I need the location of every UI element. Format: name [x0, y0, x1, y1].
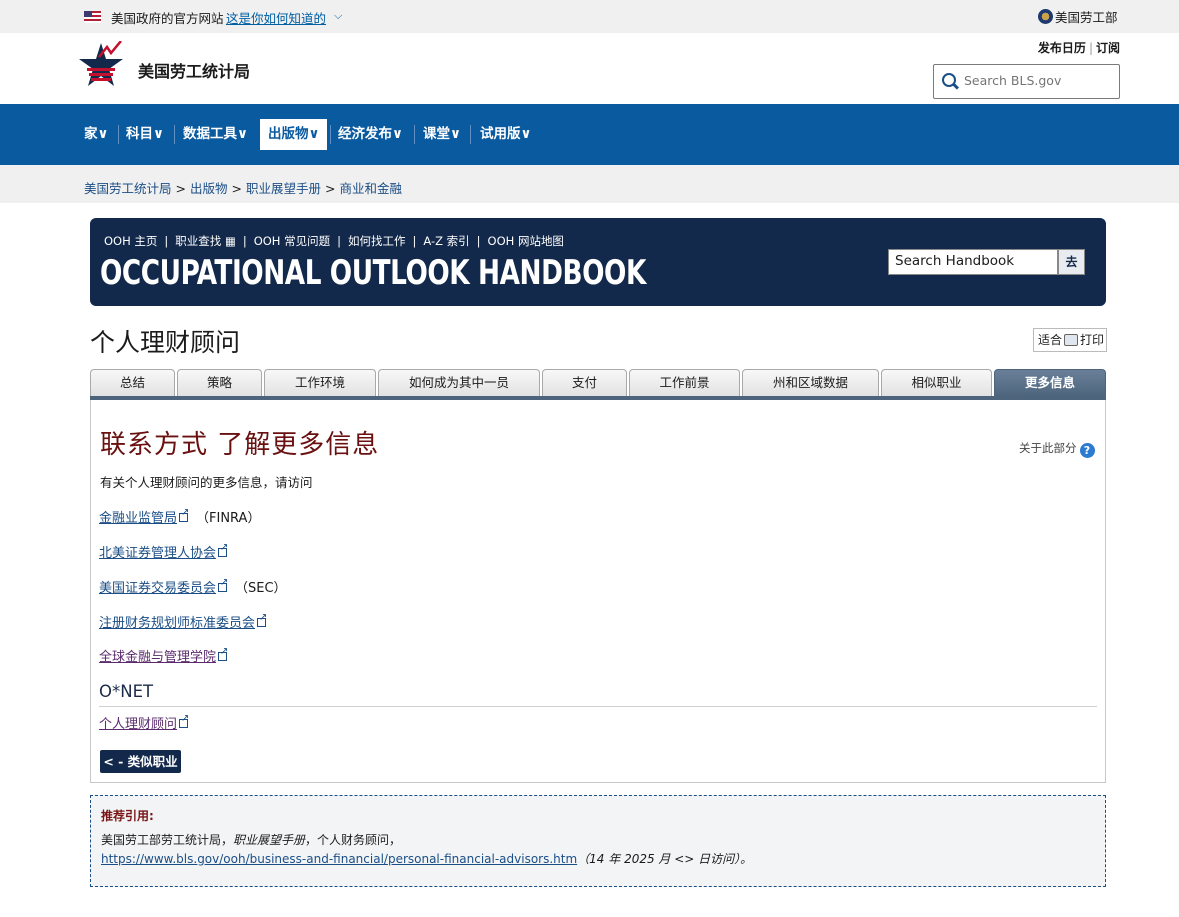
tab-job-outlook[interactable]: 工作前景	[629, 369, 740, 397]
citation-accessed: （14 年 2025 月 <> 日访问）。	[577, 852, 753, 866]
site-search-input[interactable]	[964, 73, 1114, 88]
external-link-icon	[179, 713, 189, 728]
resource-link-nasaa[interactable]: 北美证券管理人协会	[99, 546, 216, 561]
us-flag-icon	[84, 11, 101, 23]
breadcrumb-item[interactable]: 商业和金融	[340, 181, 403, 196]
intro-text: 有关个人理财顾问的更多信息，请访问	[100, 475, 313, 490]
how-you-know-link[interactable]: 这是你如何知道的	[226, 8, 326, 27]
ooh-banner: OOH 主页 | 职业查找 ▦ | OOH 常见问题 | 如何找工作 | A-Z 索引 | OOH …	[90, 218, 1106, 306]
occupation-finder-link[interactable]: 职业查找	[175, 234, 221, 248]
citation-url-line: https://www.bls.gov/ooh/business-and-fin…	[101, 850, 752, 867]
nav-item-beta[interactable]: 试用版∨	[480, 119, 531, 150]
help-icon[interactable]: ?	[1079, 443, 1095, 458]
nav-item-economic-releases[interactable]: 经济发布∨	[338, 119, 403, 150]
nav-item-home[interactable]: 家∨	[84, 119, 108, 150]
official-site-text: 美国政府的官方网站	[111, 11, 224, 26]
suggested-citation: 推荐引用: 美国劳工部劳工统计局，职业展望手册，个人财务顾问， https://…	[90, 795, 1106, 887]
resource-link-gafm[interactable]: 全球金融与管理学院	[99, 650, 216, 665]
resource-item: 金融业监管局（FINRA）	[99, 507, 260, 526]
dol-seal-icon	[1038, 9, 1053, 24]
chevron-down-icon[interactable]: ⌵	[334, 9, 342, 23]
resource-item: 全球金融与管理学院	[99, 646, 228, 665]
nav-item-classroom[interactable]: 课堂∨	[423, 119, 461, 150]
breadcrumb-bar: 美国劳工统计局 > 出版物 > 职业展望手册 > 商业和金融	[0, 165, 1179, 203]
dol-link[interactable]: 美国劳工部	[1055, 7, 1118, 26]
onet-link[interactable]: 个人理财顾问	[99, 717, 177, 732]
ooh-title[interactable]: OCCUPATIONAL OUTLOOK HANDBOOK	[100, 253, 646, 293]
tab-pay[interactable]: 支付	[542, 369, 627, 397]
external-link-icon	[257, 612, 267, 627]
resource-link-cfp-board[interactable]: 注册财务规划师标准委员会	[99, 616, 255, 631]
external-link-icon	[218, 646, 228, 661]
citation-heading: 推荐引用:	[101, 809, 154, 823]
resource-item: 注册财务规划师标准委员会	[99, 612, 267, 631]
external-link-icon	[218, 577, 228, 592]
printer-friendly-button[interactable]: 适合 打印	[1033, 328, 1107, 352]
nav-item-publications[interactable]: 出版物∨	[260, 119, 328, 150]
divider	[99, 706, 1097, 707]
breadcrumb: 美国劳工统计局 > 出版物 > 职业展望手册 > 商业和金融	[84, 181, 403, 196]
tab-work-environment[interactable]: 工作环境	[264, 369, 376, 397]
release-calendar-link[interactable]: 发布日历	[1038, 41, 1086, 55]
handbook-search-input[interactable]: Search Handbook	[888, 249, 1058, 275]
ooh-sitemap-link[interactable]: OOH 网站地图	[488, 234, 564, 248]
similar-occupations-back-button[interactable]: < - 类似职业	[100, 750, 181, 773]
tab-summary[interactable]: 总结	[90, 369, 175, 397]
site-search[interactable]	[933, 64, 1120, 99]
site-title[interactable]: 美国劳工统计局	[138, 58, 250, 82]
resource-link-finra[interactable]: 金融业监管局	[99, 511, 177, 526]
about-section-link[interactable]: 关于此部分?	[1019, 440, 1095, 458]
grid-icon: ▦	[224, 234, 236, 248]
gov-banner: 美国政府的官方网站 这是你如何知道的 ⌵ 美国劳工部	[0, 0, 1179, 33]
nav-item-subjects[interactable]: 科目∨	[126, 119, 164, 150]
job-search-link[interactable]: 如何找工作	[348, 234, 406, 248]
subscribe-link[interactable]: 订阅	[1096, 41, 1120, 55]
bls-star-logo-icon[interactable]	[77, 41, 125, 93]
tab-how-to-become[interactable]: 如何成为其中一员	[378, 369, 540, 397]
ooh-faq-link[interactable]: OOH 常见问题	[254, 234, 330, 248]
main-nav: 家∨ 科目∨ 数据工具∨ 出版物∨ 经济发布∨ 课堂∨ 试用版∨	[0, 104, 1179, 165]
breadcrumb-item[interactable]: 出版物	[190, 181, 228, 196]
resource-item: 美国证券交易委员会（SEC）	[99, 577, 287, 596]
site-header: 美国劳工统计局 发布日历 | 订阅	[0, 33, 1179, 104]
ooh-home-link[interactable]: OOH 主页	[104, 234, 157, 248]
section-title: 联系方式 了解更多信息	[100, 430, 380, 460]
external-link-icon	[179, 507, 189, 522]
citation-source: 美国劳工部劳工统计局，职业展望手册，个人财务顾问，	[101, 833, 402, 847]
nav-item-data-tools[interactable]: 数据工具∨	[183, 119, 248, 150]
tab-what-they-do[interactable]: 策略	[177, 369, 262, 397]
citation-url-link[interactable]: https://www.bls.gov/ooh/business-and-fin…	[101, 852, 577, 866]
tab-state-area-data[interactable]: 州和区域数据	[742, 369, 879, 397]
tab-more-info[interactable]: 更多信息	[994, 369, 1106, 397]
breadcrumb-item[interactable]: 美国劳工统计局	[84, 181, 172, 196]
onet-item: 个人理财顾问	[99, 713, 189, 732]
resource-link-sec[interactable]: 美国证券交易委员会	[99, 581, 216, 596]
page-title: 个人理财顾问	[90, 328, 241, 357]
tab-similar-occupations[interactable]: 相似职业	[881, 369, 992, 397]
search-icon[interactable]	[942, 73, 956, 87]
ooh-links: OOH 主页 | 职业查找 ▦ | OOH 常见问题 | 如何找工作 | A-Z 索引 | OOH …	[104, 234, 564, 248]
az-index-link[interactable]: A-Z 索引	[423, 234, 469, 248]
breadcrumb-item[interactable]: 职业展望手册	[246, 181, 321, 196]
onet-heading: O*NET	[99, 682, 154, 701]
external-link-icon	[218, 542, 228, 557]
top-links: 发布日历 | 订阅	[1037, 41, 1120, 55]
printer-icon	[1064, 334, 1079, 346]
resource-item: 北美证券管理人协会	[99, 542, 228, 561]
handbook-search-go-button[interactable]: 去	[1058, 249, 1085, 275]
